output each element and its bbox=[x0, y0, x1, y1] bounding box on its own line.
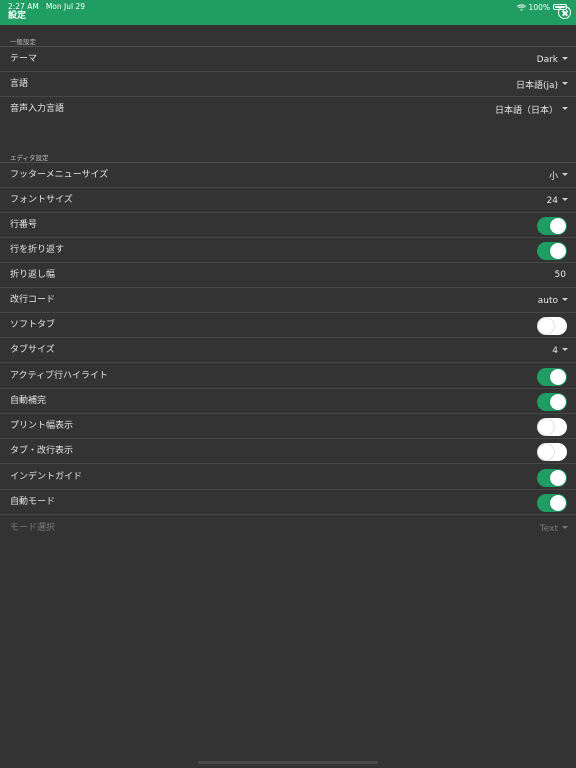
theme-value: Dark bbox=[536, 54, 558, 65]
page-title: 設定 bbox=[8, 11, 27, 21]
show-tabs-newlines-toggle[interactable] bbox=[537, 442, 567, 461]
autocomplete-label: 自動補完 bbox=[10, 396, 47, 406]
row-mode-select: モード選択 Text bbox=[0, 516, 576, 541]
row-soft-tab: ソフトタブ bbox=[0, 313, 576, 338]
indent-guide-label: インデントガイド bbox=[10, 472, 83, 482]
auto-mode-label: 自動モード bbox=[10, 497, 56, 507]
font-size-label: フォントサイズ bbox=[10, 195, 73, 205]
theme-select[interactable]: Dark bbox=[537, 47, 568, 72]
battery-percent: 100% bbox=[528, 2, 550, 12]
caret-down-icon bbox=[562, 348, 568, 351]
toggle-knob bbox=[538, 418, 554, 435]
wrap-width-label: 折り返し幅 bbox=[10, 270, 56, 280]
row-auto-mode: 自動モード bbox=[0, 490, 576, 515]
row-show-tabs-newlines: タブ・改行表示 bbox=[0, 439, 576, 464]
toggle-knob bbox=[550, 217, 566, 234]
theme-label: テーマ bbox=[10, 54, 38, 64]
autocomplete-toggle[interactable] bbox=[537, 392, 567, 411]
toggle-knob bbox=[550, 242, 566, 259]
mode-select[interactable]: Text bbox=[540, 516, 568, 541]
line-numbers-toggle[interactable] bbox=[537, 216, 567, 235]
footer-menu-size-label: フッターメニューサイズ bbox=[10, 170, 109, 180]
caret-down-icon bbox=[562, 198, 568, 201]
mode-select-label: モード選択 bbox=[10, 523, 56, 533]
toggle-knob bbox=[550, 393, 566, 410]
close-icon[interactable] bbox=[558, 6, 571, 19]
section-label-editor: エディタ設定 bbox=[10, 154, 49, 162]
tab-size-value: 4 bbox=[552, 345, 558, 356]
row-voice-language[interactable]: 音声入力言語 日本語（日本） bbox=[0, 97, 576, 122]
font-size-select[interactable]: 24 bbox=[547, 188, 568, 213]
active-line-highlight-toggle[interactable] bbox=[537, 367, 567, 386]
caret-down-icon bbox=[562, 82, 568, 85]
language-value: 日本語(ja) bbox=[515, 81, 558, 91]
row-indent-guide: インデントガイド bbox=[0, 465, 576, 490]
newline-code-value: auto bbox=[537, 295, 558, 306]
toggle-knob bbox=[550, 469, 566, 486]
language-select[interactable]: 日本語(ja) bbox=[516, 72, 568, 97]
wrap-lines-label: 行を折り返す bbox=[10, 245, 65, 255]
indent-guide-toggle[interactable] bbox=[537, 468, 567, 487]
tab-size-label: タブサイズ bbox=[10, 345, 55, 355]
wifi-icon bbox=[516, 3, 526, 11]
row-tab-size[interactable]: タブサイズ 4 bbox=[0, 338, 576, 363]
settings-screen: 2:27 AM Mon Jul 29 100% 設定 一般設定 テーマ Dark … bbox=[0, 0, 576, 768]
row-wrap-lines: 行を折り返す bbox=[0, 238, 576, 263]
footer-menu-size-select[interactable]: 小 bbox=[549, 163, 568, 188]
soft-tab-toggle[interactable] bbox=[537, 316, 567, 335]
caret-down-icon bbox=[562, 298, 568, 301]
font-size-value: 24 bbox=[546, 195, 558, 206]
home-indicator bbox=[198, 761, 378, 764]
soft-tab-label: ソフトタブ bbox=[10, 320, 56, 330]
row-wrap-width[interactable]: 折り返し幅 50 bbox=[0, 263, 576, 288]
row-active-line-highlight: アクティブ行ハイライト bbox=[0, 364, 576, 389]
toggle-knob bbox=[550, 494, 566, 511]
header-bar: 2:27 AM Mon Jul 29 100% 設定 bbox=[0, 0, 576, 25]
voice-language-select[interactable]: 日本語（日本） bbox=[495, 97, 568, 122]
print-width-label: プリント幅表示 bbox=[10, 421, 74, 431]
row-theme[interactable]: テーマ Dark bbox=[0, 47, 576, 72]
auto-mode-toggle[interactable] bbox=[537, 493, 567, 512]
newline-code-label: 改行コード bbox=[10, 295, 56, 305]
show-tabs-newlines-label: タブ・改行表示 bbox=[10, 446, 74, 456]
wrap-width-input[interactable]: 50 bbox=[555, 263, 566, 288]
row-font-size[interactable]: フォントサイズ 24 bbox=[0, 188, 576, 213]
footer-menu-size-value: 小 bbox=[548, 172, 558, 182]
toggle-knob bbox=[538, 443, 554, 460]
caret-down-icon bbox=[562, 173, 568, 176]
section-label-general: 一般設定 bbox=[10, 38, 36, 46]
mode-select-value: Text bbox=[539, 523, 558, 534]
line-numbers-label: 行番号 bbox=[10, 220, 38, 230]
voice-language-label: 音声入力言語 bbox=[10, 104, 65, 114]
row-language[interactable]: 言語 日本語(ja) bbox=[0, 72, 576, 97]
newline-code-select[interactable]: auto bbox=[538, 288, 568, 313]
caret-down-icon bbox=[562, 107, 568, 110]
row-line-numbers: 行番号 bbox=[0, 213, 576, 238]
row-autocomplete: 自動補完 bbox=[0, 389, 576, 414]
language-label: 言語 bbox=[10, 79, 29, 89]
tab-size-select[interactable]: 4 bbox=[552, 338, 568, 363]
voice-language-value: 日本語（日本） bbox=[494, 106, 558, 116]
row-print-width: プリント幅表示 bbox=[0, 414, 576, 439]
row-newline-code[interactable]: 改行コード auto bbox=[0, 288, 576, 313]
row-footer-menu-size[interactable]: フッターメニューサイズ 小 bbox=[0, 163, 576, 188]
toggle-knob bbox=[538, 317, 554, 334]
caret-down-icon bbox=[562, 57, 568, 60]
toggle-knob bbox=[550, 368, 566, 385]
status-date: Mon Jul 29 bbox=[45, 2, 86, 11]
print-width-toggle[interactable] bbox=[537, 417, 567, 436]
active-line-highlight-label: アクティブ行ハイライト bbox=[10, 371, 108, 381]
caret-down-icon bbox=[562, 526, 568, 529]
wrap-lines-toggle[interactable] bbox=[537, 241, 567, 260]
